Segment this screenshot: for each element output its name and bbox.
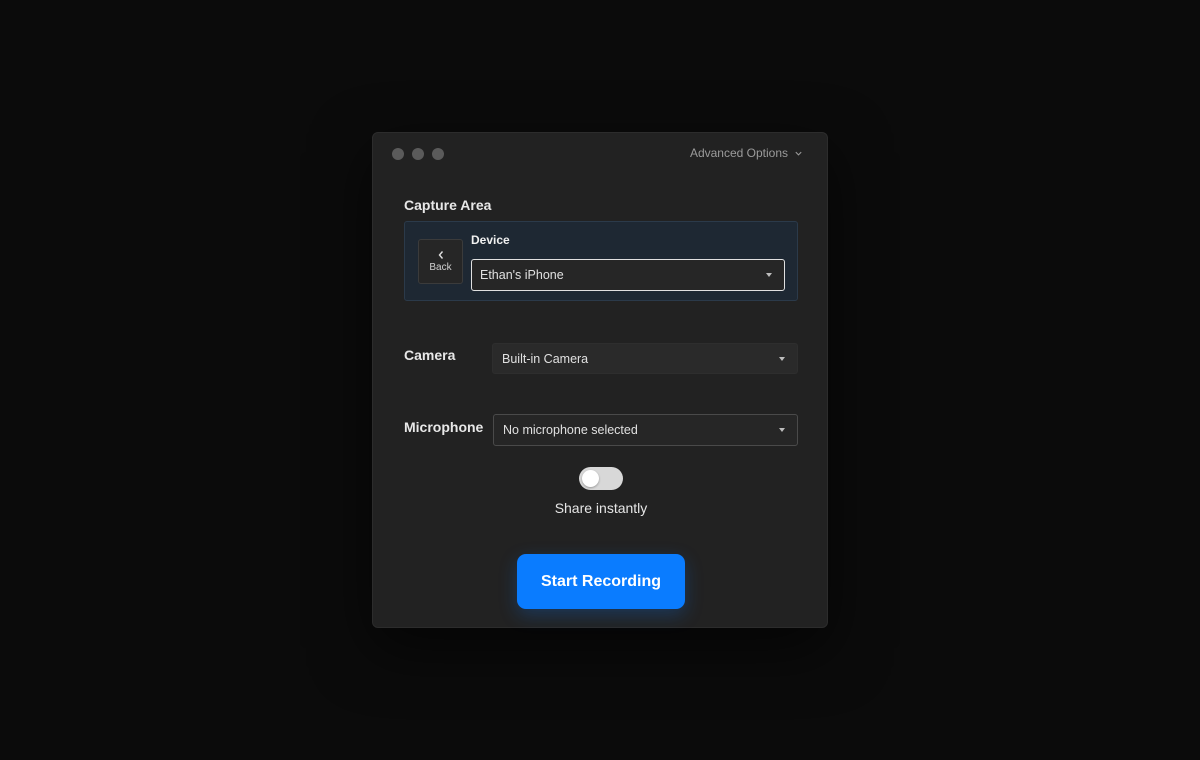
caret-down-icon	[779, 356, 785, 361]
microphone-select[interactable]: No microphone selected	[493, 414, 798, 446]
share-instantly-label: Share instantly	[554, 500, 648, 516]
device-select-value: Ethan's iPhone	[480, 268, 564, 282]
chevron-down-icon	[795, 151, 802, 156]
microphone-select-value: No microphone selected	[503, 423, 638, 437]
close-window-button[interactable]	[392, 148, 404, 160]
camera-select-value: Built-in Camera	[502, 351, 589, 366]
back-label: Back	[429, 262, 452, 273]
start-recording-button[interactable]: Start Recording	[517, 554, 685, 609]
camera-label: Camera	[404, 347, 456, 363]
capture-area-panel: Back Device Ethan's iPhone	[404, 221, 798, 301]
microphone-label: Microphone	[404, 419, 484, 435]
advanced-options-label: Advanced Options	[689, 146, 788, 160]
caret-down-icon	[766, 273, 772, 277]
device-select[interactable]: Ethan's iPhone	[471, 259, 785, 291]
toggle-knob	[582, 470, 599, 487]
caret-down-icon	[779, 428, 785, 432]
advanced-options-toggle[interactable]: Advanced Options	[690, 146, 803, 160]
minimize-window-button[interactable]	[412, 148, 424, 160]
capture-area-title: Capture Area	[404, 197, 492, 213]
maximize-window-button[interactable]	[432, 148, 444, 160]
recorder-window: Advanced Options Capture Area Back Devic…	[372, 132, 828, 628]
share-instantly-toggle[interactable]	[579, 467, 623, 490]
back-button[interactable]: Back	[418, 239, 463, 284]
camera-select[interactable]: Built-in Camera	[492, 343, 798, 374]
chevron-left-icon	[438, 251, 443, 259]
device-label: Device	[471, 233, 510, 247]
window-controls	[392, 148, 444, 160]
